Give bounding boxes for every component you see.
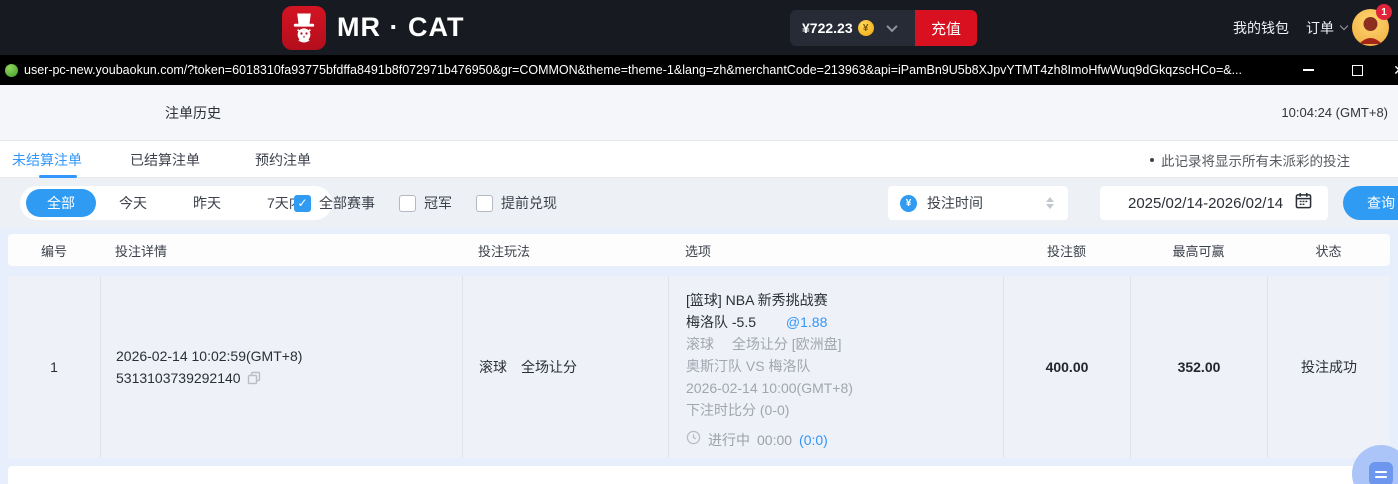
col-number: 编号	[8, 241, 100, 260]
time-range-segmented: 全部 今天 昨天 7天内	[20, 186, 332, 220]
stake-amount: 400.00	[1003, 276, 1130, 458]
window-titlebar: user-pc-new.youbaokun.com/?token=6018310…	[0, 55, 1398, 85]
chevron-down-icon	[886, 21, 897, 32]
tab-unsettled-label: 未结算注单	[12, 150, 82, 170]
balance-dropdown[interactable]: ¥722.23 ¥	[790, 10, 915, 46]
mrcat-logo-icon	[282, 6, 326, 50]
sort-arrows-icon	[1046, 197, 1054, 209]
wallet-link[interactable]: 我的钱包	[1233, 0, 1289, 55]
search-button[interactable]: 查询	[1343, 186, 1398, 220]
range-all-button[interactable]: 全部	[26, 189, 96, 217]
play-type-cell: 滚球 全场让分	[462, 276, 668, 458]
coin-icon: ¥	[858, 20, 874, 36]
live-clock: 00:00	[757, 429, 792, 451]
col-max-win: 最高可赢	[1130, 241, 1267, 260]
url-text[interactable]: user-pc-new.youbaokun.com/?token=6018310…	[24, 63, 1294, 77]
bet-time: 2026-02-14 10:02:59(GMT+8)	[116, 345, 302, 367]
calendar-icon	[1295, 192, 1312, 214]
date-range-value: 2025/02/14-2026/02/14	[1128, 195, 1283, 212]
chevron-down-icon	[1340, 22, 1348, 30]
tab-reserved[interactable]: 预约注单	[255, 141, 311, 178]
checkbox-champion-label: 冠军	[424, 193, 452, 213]
option-cell: [篮球] NBA 新秀挑战赛 梅洛队 -5.5 @1.88 滚球 全场让分 [欧…	[668, 276, 1003, 458]
orders-menu[interactable]: 订单	[1306, 0, 1347, 55]
market-detail: 全场让分 [欧洲盘]	[732, 336, 842, 352]
site-favicon-icon	[5, 64, 18, 77]
table-row-partial	[8, 466, 1390, 484]
checkbox-cashout[interactable]: 提前兑现	[476, 193, 557, 213]
col-bet-details: 投注详情	[100, 241, 462, 260]
tab-settled[interactable]: 已结算注单	[130, 141, 200, 178]
tabs-bar: 未结算注单 已结算注单 预约注单 此记录将显示所有未派彩的投注	[0, 140, 1398, 178]
league-name: [篮球] NBA 新秀挑战赛	[686, 289, 1003, 311]
bet-details-cell: 2026-02-14 10:02:59(GMT+8) 5313103739292…	[100, 276, 462, 458]
match-time: 2026-02-14 10:00(GMT+8)	[686, 377, 1003, 399]
brand-name: MR · CAT	[337, 12, 464, 43]
live-status: 进行中	[708, 429, 750, 451]
row-number: 1	[8, 276, 100, 458]
sort-by-value: 投注时间	[927, 193, 983, 213]
checkbox-unchecked-icon	[399, 195, 416, 212]
deposit-button[interactable]: 充值	[915, 10, 977, 46]
page-header: 注单历史 10:04:24 (GMT+8)	[0, 85, 1398, 140]
balance-amount: ¥722.23	[802, 20, 853, 36]
play-phase: 滚球	[479, 357, 507, 377]
bet-time-coin-icon: ¥	[900, 195, 917, 212]
bullet-icon	[1150, 158, 1154, 162]
copy-icon[interactable]	[247, 371, 261, 385]
checkbox-cashout-label: 提前兑现	[501, 193, 557, 213]
range-today-button[interactable]: 今天	[96, 189, 170, 217]
window-minimize-button[interactable]	[1295, 55, 1321, 85]
customer-service-icon	[1369, 462, 1393, 484]
col-option: 选项	[668, 241, 1003, 260]
sort-by-select[interactable]: ¥ 投注时间	[888, 186, 1068, 220]
unsettled-note-text: 此记录将显示所有未派彩的投注	[1161, 150, 1350, 170]
server-clock: 10:04:24 (GMT+8)	[1281, 85, 1388, 140]
date-range-input[interactable]: 2025/02/14-2026/02/14	[1100, 186, 1328, 220]
checkbox-unchecked-icon	[476, 195, 493, 212]
checkbox-checked-icon: ✓	[294, 195, 311, 212]
pick-name: 梅洛队 -5.5	[686, 314, 756, 330]
window-close-button[interactable]: ✕	[1386, 55, 1398, 85]
page-title: 注单历史	[165, 85, 221, 140]
clock-icon	[686, 429, 701, 451]
bet-id: 5313103739292140	[116, 367, 241, 389]
market-phase: 滚球	[686, 336, 714, 352]
window-maximize-button[interactable]	[1344, 55, 1370, 85]
live-score: (0:0)	[799, 429, 828, 451]
tab-unsettled[interactable]: 未结算注单	[12, 141, 82, 178]
play-market: 全场让分	[521, 357, 577, 377]
unsettled-note: 此记录将显示所有未派彩的投注	[1150, 141, 1398, 178]
orders-label: 订单	[1306, 18, 1334, 38]
tab-settled-label: 已结算注单	[130, 150, 200, 170]
table-header: 编号 投注详情 投注玩法 选项 投注额 最高可赢 状态	[8, 234, 1390, 266]
checkbox-all-events[interactable]: ✓ 全部赛事	[294, 193, 375, 213]
status-badge: 投注成功	[1267, 276, 1390, 458]
checkbox-all-events-label: 全部赛事	[319, 193, 375, 213]
match-teams: 奥斯汀队 VS 梅洛队	[686, 355, 1003, 377]
brand-logo[interactable]: MR · CAT	[282, 5, 464, 50]
col-stake: 投注额	[1003, 241, 1130, 260]
range-yesterday-button[interactable]: 昨天	[170, 189, 244, 217]
notification-badge: 1	[1376, 4, 1392, 20]
col-play-type: 投注玩法	[462, 241, 668, 260]
checkbox-champion[interactable]: 冠军	[399, 193, 452, 213]
bet-history-window: MR · CAT ¥722.23 ¥ 充值 我的钱包 订单 1 user-pc-…	[0, 0, 1398, 484]
score-at-bet: 下注时比分 (0-0)	[686, 399, 1003, 421]
topbar: MR · CAT ¥722.23 ¥ 充值 我的钱包 订单 1	[0, 0, 1398, 55]
col-status: 状态	[1267, 241, 1390, 260]
table-row: 1 2026-02-14 10:02:59(GMT+8) 53131037392…	[8, 276, 1390, 458]
max-win-amount: 352.00	[1130, 276, 1267, 458]
odds-value: @1.88	[786, 314, 827, 330]
tab-reserved-label: 预约注单	[255, 150, 311, 170]
filter-bar: 全部 今天 昨天 7天内 ✓ 全部赛事 冠军 提前兑现 ¥ 投注时间	[0, 178, 1398, 228]
filter-checkboxes: ✓ 全部赛事 冠军 提前兑现	[294, 178, 557, 228]
